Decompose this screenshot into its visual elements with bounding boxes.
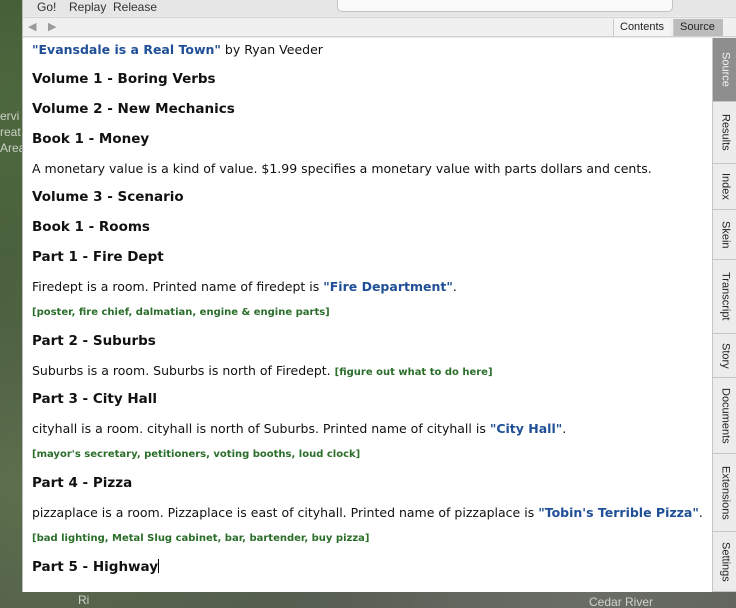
- navigation-bar: ◀ ▶ Contents Source: [23, 17, 736, 37]
- source-text-run: .: [452, 279, 457, 294]
- tab-source[interactable]: Source: [713, 38, 736, 102]
- tab-transcript[interactable]: Transcript: [713, 260, 736, 334]
- source-text-run: Firedept is a room. Printed name of fire…: [32, 279, 324, 294]
- go-button[interactable]: Go!: [37, 0, 56, 14]
- text-cursor: [158, 559, 160, 573]
- tab-label: Settings: [719, 541, 732, 582]
- source-comment: [bad lighting, Metal Slug cabinet, bar, …: [32, 533, 370, 544]
- source-text-run: .: [562, 421, 567, 436]
- source-paragraph: Firedept is a room. Printed name of fire…: [32, 279, 712, 294]
- section-heading: Part 3 - City Hall: [32, 391, 158, 407]
- tab-label: Skein: [719, 220, 732, 249]
- source-paragraph: Suburbs is a room. Suburbs is north of F…: [32, 363, 712, 378]
- quoted-text: "Fire Department": [323, 279, 453, 294]
- section-heading: Book 1 - Rooms: [32, 219, 150, 235]
- map-label-river-fragment: Ri: [78, 593, 90, 607]
- tab-label: Results: [719, 114, 732, 151]
- section-heading: Book 1 - Money: [32, 131, 150, 147]
- story-title: "Evansdale is a Real Town": [32, 42, 221, 57]
- source-paragraph: cityhall is a room. cityhall is north of…: [32, 421, 712, 436]
- tab-label: Documents: [719, 387, 732, 444]
- source-text: Volume 1 - Boring Verbs Volume 2 - New Me…: [32, 71, 712, 575]
- source-editor[interactable]: "Evansdale is a Real Town" by Ryan Veede…: [23, 38, 712, 592]
- source-text-run: A monetary value is a kind of value. $1.…: [32, 161, 652, 176]
- toolbar: Go! Replay Release: [23, 0, 736, 16]
- tab-label: Index: [719, 173, 732, 200]
- app-window: Go! Replay Release ◀ ▶ Contents Source "…: [22, 0, 736, 592]
- side-tab-bar: Source Results Index Skein Transcript Story Do…: [712, 38, 736, 592]
- section-heading: Volume 2 - New Mechanics: [32, 101, 235, 117]
- status-field: [337, 0, 673, 12]
- story-byline: "Evansdale is a Real Town" by Ryan Veede…: [32, 42, 712, 57]
- tab-settings[interactable]: Settings: [713, 532, 736, 592]
- replay-button[interactable]: Replay: [69, 0, 106, 14]
- tab-label: Transcript: [719, 272, 732, 321]
- source-paragraph: pizzaplace is a room. Pizzaplace is east…: [32, 505, 712, 520]
- source-comment: [figure out what to do here]: [334, 367, 493, 378]
- source-text-run: cityhall is a room. cityhall is north of…: [32, 421, 490, 436]
- source-comment: [poster, fire chief, dalmatian, engine &…: [32, 307, 330, 318]
- tab-extensions[interactable]: Extensions: [713, 454, 736, 532]
- quoted-text: "City Hall": [489, 421, 563, 436]
- source-text-run: .: [698, 505, 703, 520]
- section-heading: Part 2 - Suburbs: [32, 333, 156, 349]
- source-button[interactable]: Source: [673, 19, 723, 36]
- source-paragraph: A monetary value is a kind of value. $1.…: [32, 161, 712, 176]
- source-comment: [mayor's secretary, petitioners, voting …: [32, 449, 361, 460]
- tab-results[interactable]: Results: [713, 102, 736, 164]
- contents-button[interactable]: Contents: [613, 19, 671, 36]
- source-text-run: pizzaplace is a room. Pizzaplace is east…: [32, 505, 539, 520]
- map-label-cedar-river: Cedar River: [589, 595, 654, 608]
- story-author: by Ryan Veeder: [220, 42, 323, 57]
- tab-documents[interactable]: Documents: [713, 378, 736, 454]
- tab-label: Source: [719, 52, 732, 87]
- back-arrow-icon[interactable]: ◀: [28, 20, 36, 33]
- section-heading: Part 1 - Fire Dept: [32, 249, 164, 265]
- section-heading: Part 4 - Pizza: [32, 475, 133, 491]
- source-text-run: Suburbs is a room. Suburbs is north of F…: [32, 363, 335, 378]
- tab-skein[interactable]: Skein: [713, 210, 736, 260]
- tab-story[interactable]: Story: [713, 334, 736, 378]
- tab-label: Extensions: [719, 465, 732, 520]
- section-heading: Volume 3 - Scenario: [32, 189, 184, 205]
- section-heading: Part 5 - Highway: [32, 559, 160, 575]
- tab-index[interactable]: Index: [713, 164, 736, 210]
- forward-arrow-icon[interactable]: ▶: [48, 20, 56, 33]
- release-button[interactable]: Release: [113, 0, 157, 14]
- section-heading: Volume 1 - Boring Verbs: [32, 71, 216, 87]
- quoted-text: "Tobin's Terrible Pizza": [538, 505, 699, 520]
- tab-label: Story: [719, 342, 732, 369]
